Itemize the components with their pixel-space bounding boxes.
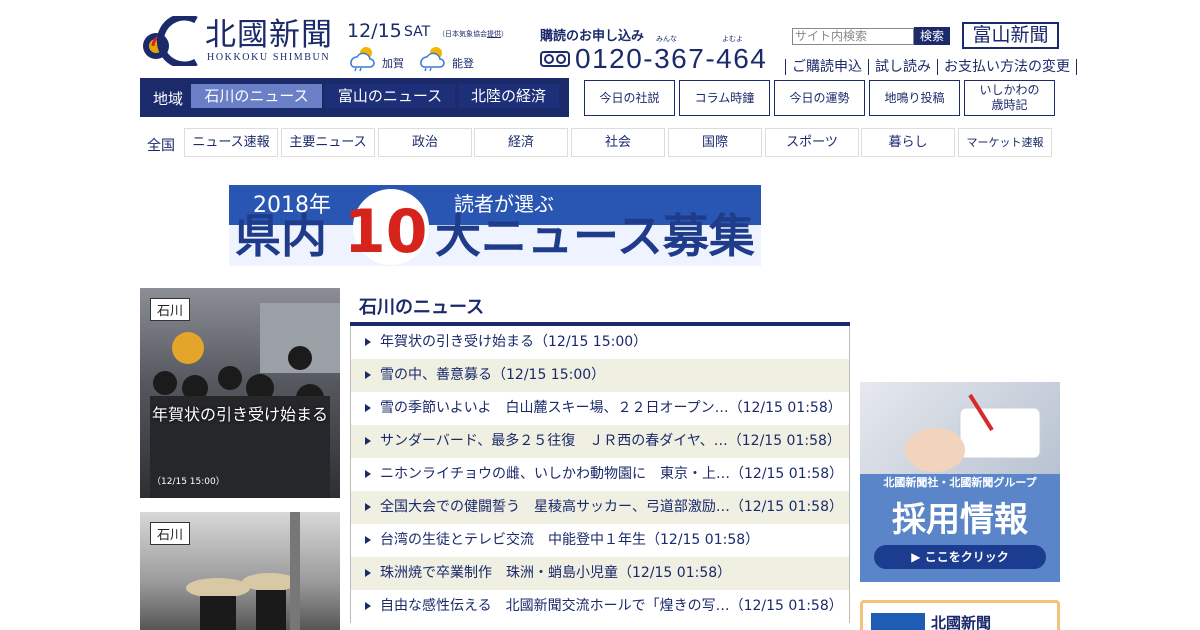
site-search-input[interactable]: サイト内検索: [792, 28, 914, 45]
list-item[interactable]: 台湾の生徒とテレビ交流 中能登中１年生（12/15 01:58）: [351, 524, 849, 557]
ad-logo-icon: [871, 613, 925, 630]
banner-title-left: 県内: [235, 209, 327, 263]
subscribe-link[interactable]: ご購読申込: [785, 59, 868, 75]
column-button[interactable]: コラム時鐘: [679, 80, 770, 116]
category-society[interactable]: 社会: [571, 128, 665, 157]
ad-click-button[interactable]: ▶ ここをクリック: [874, 545, 1046, 569]
recruitment-ad[interactable]: 北國新聞社・北國新聞グループ 採用情報 ▶ ここをクリック: [860, 382, 1060, 582]
subscription-phone[interactable]: 0120-367-464: [575, 43, 767, 75]
logo-title[interactable]: 北國新聞: [205, 17, 333, 53]
list-item[interactable]: 自由な感性伝える 北國新聞交流ホールで「煌きの写…（12/15 01:58）: [351, 590, 849, 623]
region-label: 地域: [153, 90, 184, 108]
ishikawa-news-heading: 石川のニュース: [359, 297, 485, 318]
toyama-shimbun-link[interactable]: 富山新聞: [962, 22, 1059, 49]
subscribe-heading: 購読のお申し込み: [540, 29, 645, 44]
banner-title-number: 10: [344, 197, 428, 266]
weather-kaga-label[interactable]: 加賀: [382, 55, 404, 71]
photo-card-ishikawa-1[interactable]: 石川 年賀状の引き受け始まる （12/15 15:00）: [140, 288, 340, 498]
list-item[interactable]: 雪の中、善意募る（12/15 15:00）: [351, 359, 849, 392]
horoscope-button[interactable]: 今日の運勢: [774, 80, 865, 116]
region-tag: 石川: [150, 522, 191, 545]
category-economy[interactable]: 経済: [474, 128, 568, 157]
search-button[interactable]: 検索: [914, 27, 950, 45]
tab-toyama-news[interactable]: 富山のニュース: [325, 84, 455, 108]
photo-card-ishikawa-2[interactable]: 石川: [140, 512, 340, 630]
list-item[interactable]: 雪の季節いよいよ 白山麓スキー場、２２日オープン…（12/15 01:58）: [351, 392, 849, 425]
list-item[interactable]: 珠洲焼で卒業制作 珠洲・蛸島小児童（12/15 01:58）: [351, 557, 849, 590]
region-tag: 石川: [150, 298, 191, 321]
reader-post-button[interactable]: 地鳴り投稿: [869, 80, 960, 116]
category-label: 全国: [147, 138, 175, 154]
category-living[interactable]: 暮らし: [861, 128, 955, 157]
category-politics[interactable]: 政治: [378, 128, 472, 157]
tab-ishikawa-news[interactable]: 石川のニュース: [191, 84, 322, 108]
ad2-title: 北國新聞: [931, 614, 992, 630]
list-item[interactable]: 年賀状の引き受け始まる（12/15 15:00）: [351, 326, 849, 359]
hokkoku-secondary-ad[interactable]: 北國新聞: [860, 600, 1060, 630]
tablet-hand-icon: [905, 393, 1041, 472]
logo-subtitle: HOKKOKU SHIMBUN: [207, 52, 331, 63]
category-sports[interactable]: スポーツ: [765, 128, 859, 157]
cloud-sun-icon[interactable]: [416, 44, 446, 72]
weather-noto-label[interactable]: 能登: [452, 55, 474, 71]
seasonal-events-button[interactable]: いしかわの 歳時記: [964, 80, 1055, 116]
trial-read-link[interactable]: 試し読み: [868, 59, 937, 75]
banner-title-right: 大ニュース募集: [435, 209, 755, 263]
category-market-news[interactable]: マーケット速報: [958, 128, 1052, 157]
current-day: SAT: [404, 24, 431, 40]
photo-headline[interactable]: 年賀状の引き受け始まる: [152, 401, 328, 425]
ad-company: 北國新聞社・北國新聞グループ: [883, 476, 1037, 489]
tab-hokuriku-economy[interactable]: 北陸の経済: [458, 84, 559, 108]
cloud-sun-icon[interactable]: [346, 44, 376, 72]
news-list: 年賀状の引き受け始まる（12/15 15:00） 雪の中、善意募る（12/15 …: [350, 326, 850, 623]
hokkoku-logo-icon[interactable]: [140, 16, 198, 66]
weather-credit: （日本気象協会提供）: [438, 30, 508, 38]
ad-title: 採用情報: [892, 500, 1028, 540]
free-dial-icon: [540, 51, 570, 67]
weather-credit-link[interactable]: 提供: [487, 30, 501, 38]
editorial-button[interactable]: 今日の社説: [584, 80, 675, 116]
list-item[interactable]: サンダーバード、最多２５往復 ＪＲ西の春ダイヤ、…（12/15 01:58）: [351, 425, 849, 458]
category-breaking-news[interactable]: ニュース速報: [184, 128, 278, 157]
payment-change-link[interactable]: お支払い方法の変更: [937, 59, 1077, 75]
list-item[interactable]: ニホンライチョウの雌、いしかわ動物園に 東京・上…（12/15 01:58）: [351, 458, 849, 491]
list-item[interactable]: 全国大会での健闘誓う 星稜高サッカー、弓道部激励…（12/15 01:58）: [351, 491, 849, 524]
photo-timestamp: （12/15 15:00）: [152, 477, 225, 487]
top10-news-banner[interactable]: 2018年 読者が選ぶ 県内 10 大ニュース募集: [229, 185, 761, 266]
category-top-news[interactable]: 主要ニュース: [281, 128, 375, 157]
category-international[interactable]: 国際: [668, 128, 762, 157]
current-date: 12/15: [347, 20, 402, 42]
header-links: ご購読申込 試し読み お支払い方法の変更: [785, 56, 1077, 76]
